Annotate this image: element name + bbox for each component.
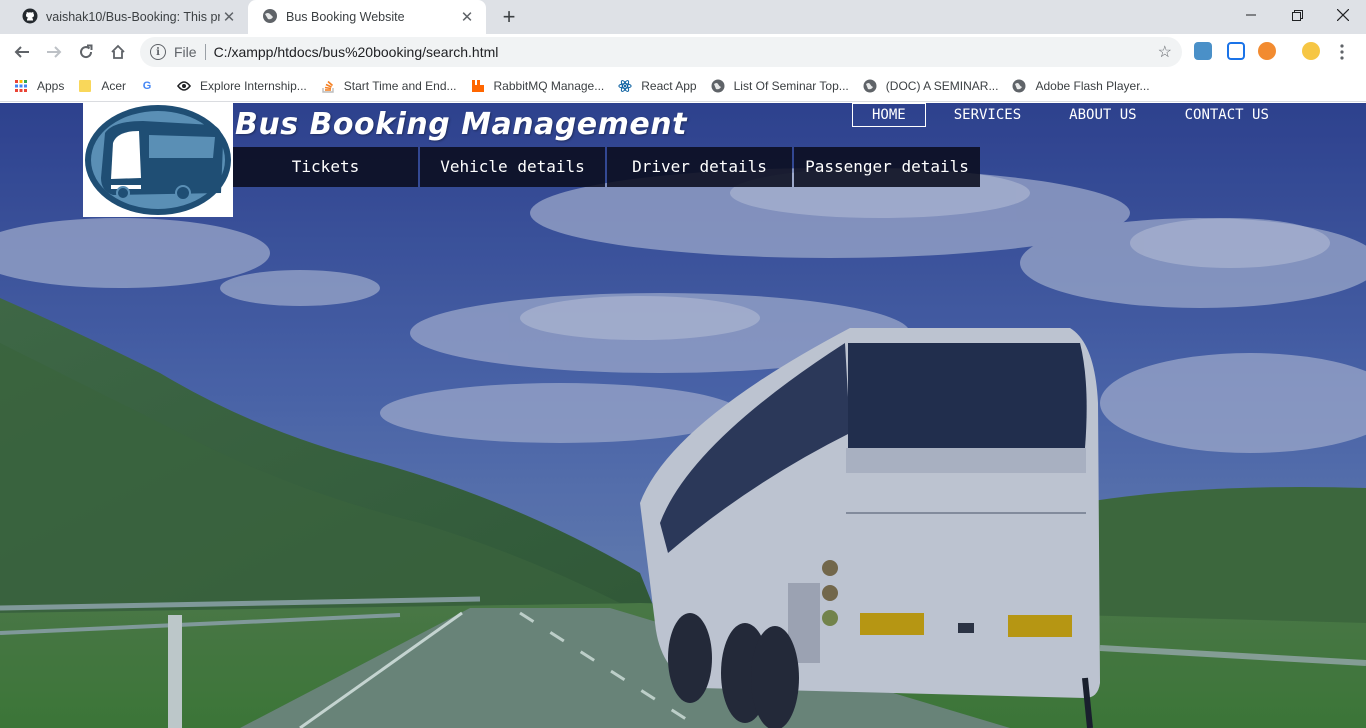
submenu-driver-details[interactable]: Driver details (607, 147, 792, 187)
bookmark-label: Acer (101, 78, 127, 93)
divider (204, 44, 206, 60)
site-title: Bus Booking Management (235, 107, 687, 142)
bookmark-google[interactable]: G (140, 79, 163, 93)
home-icon[interactable] (104, 38, 132, 66)
bookmark-seminar-topics[interactable]: List Of Seminar Top... (711, 79, 849, 93)
page-viewport: Bus Booking Management HOME SERVICES ABO… (0, 103, 1366, 728)
close-tab-icon[interactable]: ✕ (220, 8, 238, 26)
bookmark-label: React App (641, 78, 697, 93)
globe-icon (262, 8, 278, 27)
back-icon[interactable] (8, 38, 36, 66)
restore-icon[interactable] (1274, 0, 1320, 30)
submenu-bar: Tickets Vehicle details Driver details P… (233, 147, 982, 187)
close-window-icon[interactable] (1320, 0, 1366, 30)
react-icon (618, 79, 632, 93)
bus-logo[interactable] (83, 103, 233, 217)
submenu-vehicle-details[interactable]: Vehicle details (420, 147, 605, 187)
tab-bus-booking[interactable]: Bus Booking Website ✕ (248, 0, 486, 34)
bookmark-react-app[interactable]: React App (618, 78, 697, 93)
globe-icon (711, 79, 725, 93)
bookmark-label: List Of Seminar Top... (733, 78, 849, 93)
bookmark-doc-seminar[interactable]: (DOC) A SEMINAR... (863, 78, 999, 93)
new-tab-button[interactable]: + (498, 5, 520, 29)
extension-orange-icon[interactable] (1258, 42, 1276, 60)
tab-strip: vaishak10/Bus-Booking: This proj ✕ Bus B… (0, 0, 1366, 34)
submenu-tickets[interactable]: Tickets (233, 147, 418, 187)
profile-avatar-icon[interactable] (1302, 42, 1320, 60)
info-icon[interactable]: i (150, 44, 166, 60)
bookmark-apps[interactable]: Apps (14, 79, 64, 93)
apps-grid-icon (14, 79, 28, 93)
tab-title: vaishak10/Bus-Booking: This proj (46, 10, 220, 24)
bookmark-label: Adobe Flash Player... (1035, 78, 1150, 93)
stackoverflow-icon (321, 79, 335, 93)
cast-extension-icon[interactable] (1227, 42, 1245, 60)
bookmark-label: Start Time and End... (343, 78, 457, 93)
bookmark-adobe-flash[interactable]: Adobe Flash Player... (1012, 78, 1150, 93)
bookmark-acer[interactable]: Acer (78, 79, 126, 93)
internshala-icon (177, 79, 192, 93)
nav-services[interactable]: SERVICES (934, 103, 1041, 127)
bookmarks-bar: Apps Acer G Explore Internship... Start … (0, 70, 1366, 102)
bookmark-internship[interactable]: Explore Internship... (177, 79, 307, 93)
bookmark-label: Explore Internship... (200, 78, 307, 93)
globe-icon (863, 79, 877, 93)
minimize-icon[interactable] (1228, 0, 1274, 30)
scheme-label: File (174, 44, 197, 60)
extension-icon[interactable] (1194, 42, 1212, 60)
url-text[interactable]: C:/xampp/htdocs/bus%20booking/search.htm… (214, 44, 1158, 60)
bookmark-label: (DOC) A SEMINAR... (885, 78, 999, 93)
browser-toolbar: i File C:/xampp/htdocs/bus%20booking/sea… (0, 34, 1366, 70)
close-tab-icon[interactable]: ✕ (458, 8, 476, 26)
address-bar[interactable]: i File C:/xampp/htdocs/bus%20booking/sea… (140, 37, 1182, 67)
nav-about-us[interactable]: ABOUT US (1049, 103, 1156, 127)
bookmark-start-time[interactable]: Start Time and End... (321, 79, 457, 93)
nav-contact-us[interactable]: CONTACT US (1165, 103, 1289, 127)
folder-icon (78, 79, 92, 93)
rabbitmq-icon (471, 79, 485, 93)
github-icon (22, 8, 38, 27)
bookmark-label: RabbitMQ Manage... (493, 78, 605, 93)
bookmark-rabbitmq[interactable]: RabbitMQ Manage... (471, 78, 605, 93)
reload-icon[interactable] (72, 38, 100, 66)
google-icon: G (142, 79, 152, 92)
submenu-passenger-details[interactable]: Passenger details (794, 147, 980, 187)
tab-title: Bus Booking Website (286, 10, 405, 24)
tab-github[interactable]: vaishak10/Bus-Booking: This proj ✕ (8, 0, 248, 34)
top-navigation: HOME SERVICES ABOUT US CONTACT US (852, 103, 1297, 127)
nav-home[interactable]: HOME (852, 103, 926, 127)
globe-icon (1012, 79, 1026, 93)
forward-icon[interactable] (40, 38, 68, 66)
bookmark-star-icon[interactable]: ☆ (1158, 42, 1172, 62)
bookmark-label: Apps (37, 78, 65, 93)
menu-kebab-icon[interactable] (1340, 44, 1344, 60)
